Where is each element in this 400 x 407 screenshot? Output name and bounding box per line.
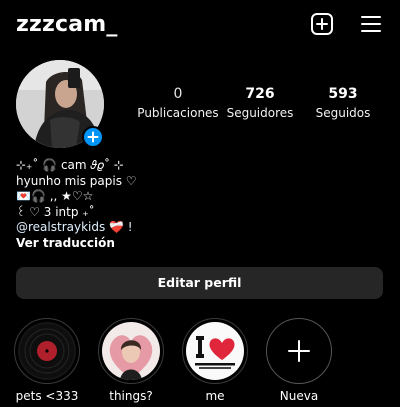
highlight-pets[interactable]: pets <333 bbox=[14, 318, 80, 403]
top-bar: zzzcam_ bbox=[0, 0, 400, 50]
highlight-things[interactable]: things? bbox=[98, 318, 164, 403]
vinyl-record-icon bbox=[18, 322, 76, 380]
bio-line-name: ⊹₊˚ 🎧 cam 𝜗𝜚˚ ⊹ bbox=[16, 158, 124, 172]
bio-line: 💌🎧 ,, ★♡☆ bbox=[16, 189, 94, 203]
highlight-new[interactable]: Nueva bbox=[266, 318, 332, 403]
following-label: Seguidos bbox=[315, 106, 371, 120]
translate-link[interactable]: Ver traducción bbox=[16, 236, 384, 252]
bio-line: hyunho mis papis ♡ bbox=[16, 173, 137, 188]
profile-bio: ⊹₊˚ 🎧 cam 𝜗𝜚˚ ⊹ hyunho mis papis ♡ 💌🎧 ,,… bbox=[16, 158, 384, 251]
profile-avatar[interactable] bbox=[16, 60, 106, 150]
add-story-icon[interactable] bbox=[82, 126, 104, 148]
highlight-me[interactable]: me bbox=[182, 318, 248, 403]
username-title[interactable]: zzzcam_ bbox=[16, 12, 118, 37]
stat-following[interactable]: 593 Seguidos bbox=[293, 85, 393, 121]
portrait-photo-icon bbox=[102, 322, 160, 380]
hamburger-menu-icon[interactable] bbox=[359, 12, 383, 36]
plus-square-icon[interactable] bbox=[310, 12, 334, 36]
highlight-label: Nueva bbox=[279, 389, 319, 403]
edit-profile-button[interactable]: Editar perfil bbox=[16, 267, 383, 299]
plus-icon bbox=[266, 318, 332, 384]
bio-mention-link[interactable]: @realstraykids ❤️‍🩹 ! bbox=[16, 220, 384, 236]
following-count: 593 bbox=[328, 86, 358, 102]
bio-line: ꒰ ♡ 3 intp ₊˚ bbox=[16, 204, 95, 219]
i-love-mom-icon bbox=[186, 322, 244, 380]
